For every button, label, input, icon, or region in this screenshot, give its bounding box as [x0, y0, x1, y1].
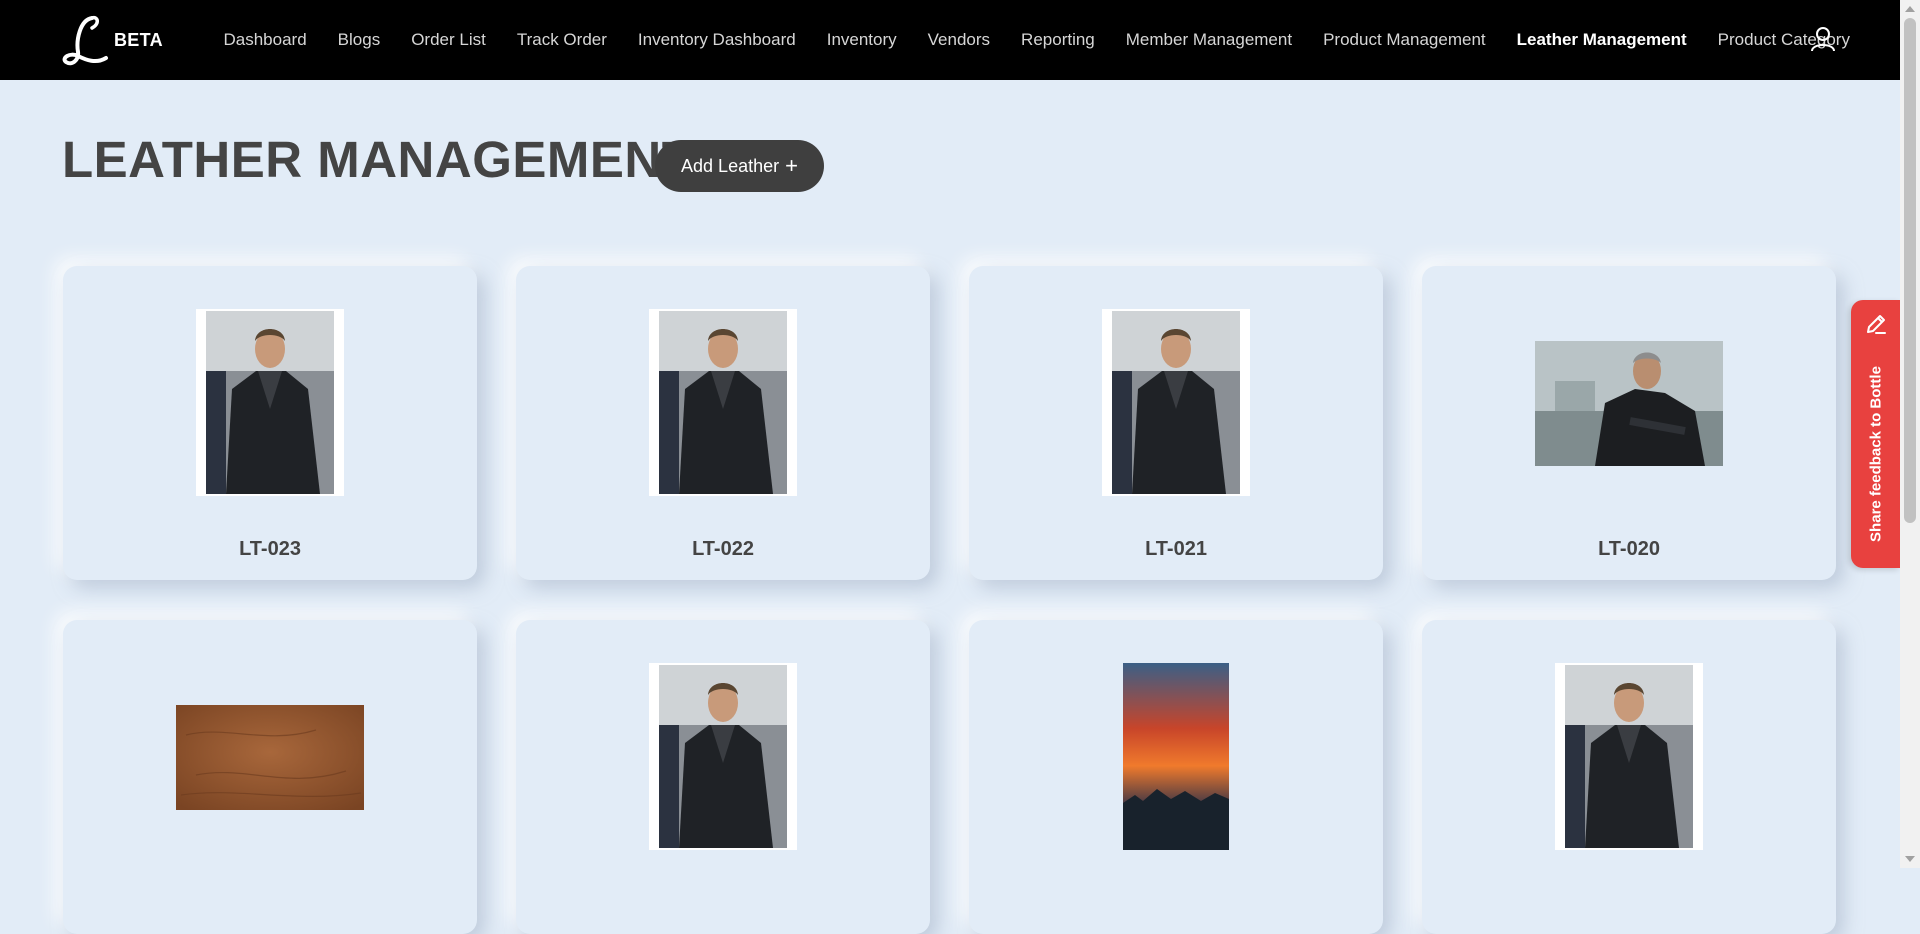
- leather-image: [1555, 663, 1703, 850]
- feedback-label: Share feedback to Bottle: [1867, 366, 1884, 542]
- top-nav-bar: BETA Dashboard Blogs Order List Track Or…: [0, 0, 1900, 80]
- nav-track-order[interactable]: Track Order: [517, 30, 607, 50]
- leather-code: LT-023: [239, 538, 301, 560]
- scrollbar-thumb[interactable]: [1904, 18, 1916, 523]
- nav-product-management[interactable]: Product Management: [1323, 30, 1486, 50]
- leather-card[interactable]: [969, 620, 1383, 934]
- leather-code: LT-022: [692, 538, 754, 560]
- vertical-scrollbar[interactable]: [1900, 0, 1920, 868]
- leather-image: [1123, 663, 1229, 850]
- leather-card[interactable]: [1422, 620, 1836, 934]
- leather-code: LT-021: [1145, 538, 1207, 560]
- nav-inventory[interactable]: Inventory: [827, 30, 897, 50]
- leather-image: [649, 663, 797, 850]
- leather-image: [1102, 309, 1250, 496]
- plus-icon: +: [785, 153, 798, 178]
- scroll-up-arrow-icon[interactable]: [1905, 6, 1915, 12]
- leather-image: [196, 309, 344, 496]
- nav-leather-management[interactable]: Leather Management: [1517, 30, 1687, 50]
- add-leather-label: Add Leather: [681, 155, 780, 176]
- script-l-logo[interactable]: [62, 12, 112, 70]
- nav-vendors[interactable]: Vendors: [928, 30, 990, 50]
- leather-code: LT-020: [1598, 538, 1660, 560]
- nav-inventory-dashboard[interactable]: Inventory Dashboard: [638, 30, 796, 50]
- leather-card[interactable]: LT-023: [63, 266, 477, 580]
- leather-image: [1535, 341, 1723, 466]
- scroll-down-arrow-icon[interactable]: [1905, 856, 1915, 862]
- leather-card[interactable]: [516, 620, 930, 934]
- main-nav: Dashboard Blogs Order List Track Order I…: [208, 0, 1865, 80]
- add-leather-button[interactable]: Add Leather +: [655, 140, 824, 192]
- nav-blogs[interactable]: Blogs: [338, 30, 381, 50]
- leather-card[interactable]: LT-022: [516, 266, 930, 580]
- leather-image: [176, 705, 364, 810]
- leather-image: [649, 309, 797, 496]
- pencil-icon: [1867, 315, 1886, 334]
- user-icon[interactable]: [1810, 26, 1836, 52]
- leather-card[interactable]: [63, 620, 477, 934]
- leather-card[interactable]: LT-020: [1422, 266, 1836, 580]
- nav-member-management[interactable]: Member Management: [1126, 30, 1292, 50]
- nav-reporting[interactable]: Reporting: [1021, 30, 1095, 50]
- nav-order-list[interactable]: Order List: [411, 30, 486, 50]
- beta-badge: BETA: [114, 30, 163, 50]
- share-feedback-tab[interactable]: Share feedback to Bottle: [1851, 300, 1900, 568]
- leather-card[interactable]: LT-021: [969, 266, 1383, 580]
- page-title: LEATHER MANAGEMENT: [62, 131, 694, 188]
- nav-dashboard[interactable]: Dashboard: [224, 30, 307, 50]
